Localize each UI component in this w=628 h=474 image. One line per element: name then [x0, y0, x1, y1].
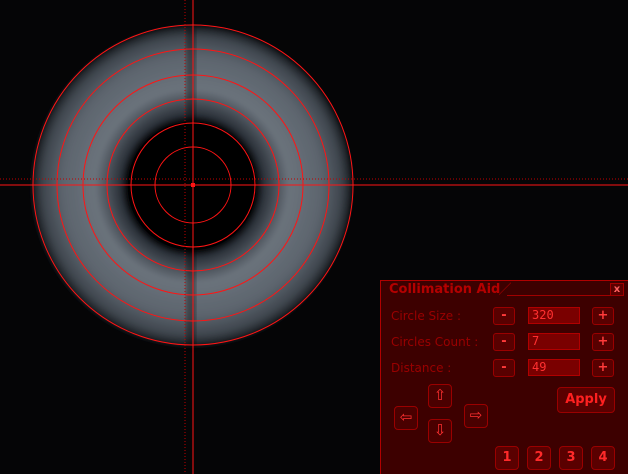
circle-size-decrease-button[interactable]: -	[493, 307, 515, 325]
circles-count-input[interactable]: 7	[528, 333, 580, 350]
preset-1-button[interactable]: 1	[495, 446, 519, 470]
circle-size-increase-button[interactable]: +	[592, 307, 614, 325]
circle-size-input[interactable]: 320	[528, 307, 580, 324]
circle-size-label: Circle Size :	[391, 309, 462, 323]
arrow-up-icon: ⇧	[433, 386, 447, 404]
move-down-button[interactable]: ⇩	[428, 419, 452, 443]
distance-increase-button[interactable]: +	[592, 359, 614, 377]
close-button[interactable]: x	[610, 283, 624, 296]
panel-title: Collimation Aid	[389, 282, 501, 297]
collimation-aid-panel: Collimation Aid x Circle Size : - 320 + …	[380, 280, 628, 474]
circle-size-row: Circle Size : - 320 +	[381, 306, 628, 326]
circles-count-label: Circles Count :	[391, 335, 479, 349]
distance-input[interactable]: 49	[528, 359, 580, 376]
apply-button[interactable]: Apply	[557, 387, 615, 413]
circles-count-decrease-button[interactable]: -	[493, 333, 515, 351]
circles-count-row: Circles Count : - 7 +	[381, 332, 628, 352]
title-underline	[507, 281, 617, 296]
preset-4-button[interactable]: 4	[591, 446, 615, 470]
arrow-down-icon: ⇩	[433, 421, 447, 439]
circles-count-increase-button[interactable]: +	[592, 333, 614, 351]
move-right-button[interactable]: ⇨	[464, 404, 488, 428]
move-left-button[interactable]: ⇦	[394, 406, 418, 430]
panel-header[interactable]: Collimation Aid x	[381, 281, 628, 301]
move-up-button[interactable]: ⇧	[428, 384, 452, 408]
distance-row: Distance : - 49 +	[381, 358, 628, 378]
distance-decrease-button[interactable]: -	[493, 359, 515, 377]
center-marker	[191, 183, 195, 187]
distance-label: Distance :	[391, 361, 452, 375]
preset-3-button[interactable]: 3	[559, 446, 583, 470]
arrow-right-icon: ⇨	[469, 406, 483, 424]
arrow-left-icon: ⇦	[399, 408, 413, 426]
preset-2-button[interactable]: 2	[527, 446, 551, 470]
